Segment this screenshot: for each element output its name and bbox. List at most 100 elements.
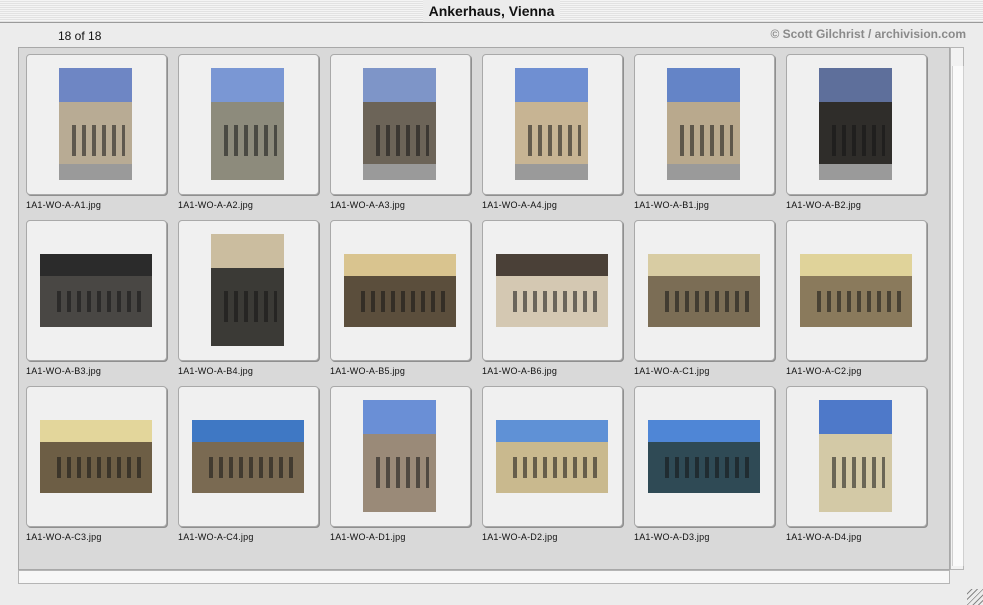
thumbnail-image[interactable] [40,254,152,327]
thumbnail-image[interactable] [496,420,608,493]
thumbnail-frame[interactable] [482,54,623,195]
thumbnail-filename: 1A1-WO-A-A3.jpg [330,200,406,210]
thumbnail-image[interactable] [648,254,760,327]
thumbnail-frame[interactable] [786,220,927,361]
image-windows [507,457,597,478]
thumbnail-item[interactable]: 1A1-WO-A-D1.jpg [330,386,475,542]
thumbnail-frame[interactable] [634,220,775,361]
thumbnail-frame[interactable] [178,54,319,195]
thumbnail-image[interactable] [496,254,608,327]
thumbnail-frame[interactable] [330,54,471,195]
thumbnail-item[interactable]: 1A1-WO-A-A4.jpg [482,54,627,210]
image-street [515,164,588,180]
image-windows [659,291,749,312]
thumbnail-frame[interactable] [786,386,927,527]
image-windows [826,457,885,489]
image-street [363,164,436,180]
thumbnail-item[interactable]: 1A1-WO-A-A1.jpg [26,54,171,210]
thumbnail-filename: 1A1-WO-A-D1.jpg [330,532,406,542]
thumbnail-filename: 1A1-WO-A-A2.jpg [178,200,254,210]
thumbnail-image[interactable] [211,68,284,180]
thumbnail-image[interactable] [515,68,588,180]
thumbnail-frame[interactable] [26,220,167,361]
horizontal-scrollbar[interactable] [18,570,950,584]
image-building [211,101,284,180]
image-building [40,275,152,327]
thumbnail-item[interactable]: 1A1-WO-A-D4.jpg [786,386,931,542]
image-street [59,164,132,180]
thumbnail-image[interactable] [192,420,304,493]
thumbnail-item[interactable]: 1A1-WO-A-A2.jpg [178,54,323,210]
thumbnail-item[interactable]: 1A1-WO-A-D2.jpg [482,386,627,542]
thumbnail-item[interactable]: 1A1-WO-A-C3.jpg [26,386,171,542]
image-building [40,441,152,493]
window-titlebar[interactable]: Ankerhaus, Vienna [0,0,983,23]
thumbnail-frame[interactable] [482,220,623,361]
thumbnail-frame[interactable] [786,54,927,195]
thumbnail-item[interactable]: 1A1-WO-A-C4.jpg [178,386,323,542]
thumbnail-item[interactable]: 1A1-WO-A-D3.jpg [634,386,779,542]
thumbnail-filename: 1A1-WO-A-C2.jpg [786,366,862,376]
thumbnail-item[interactable]: 1A1-WO-A-C2.jpg [786,220,931,376]
thumbnail-image[interactable] [819,68,892,180]
thumbnail-image[interactable] [667,68,740,180]
image-windows [203,457,293,478]
thumbnail-image[interactable] [40,420,152,493]
image-windows [51,457,141,478]
image-windows [355,291,445,312]
thumbnail-frame[interactable] [330,220,471,361]
thumbnail-image[interactable] [59,68,132,180]
thumbnail-filename: 1A1-WO-A-B6.jpg [482,366,558,376]
thumbnail-item[interactable]: 1A1-WO-A-B2.jpg [786,54,931,210]
thumbnail-image[interactable] [648,420,760,493]
thumbnail-filename: 1A1-WO-A-A1.jpg [26,200,102,210]
thumbnail-item[interactable]: 1A1-WO-A-C1.jpg [634,220,779,376]
thumbnail-filename: 1A1-WO-A-C1.jpg [634,366,710,376]
thumbnail-item[interactable]: 1A1-WO-A-B4.jpg [178,220,323,376]
image-windows [826,125,885,157]
thumbnail-frame[interactable] [178,220,319,361]
image-windows [522,125,581,157]
image-windows [370,457,429,489]
thumbnail-filename: 1A1-WO-A-A4.jpg [482,200,558,210]
image-street [819,164,892,180]
image-building [800,275,912,327]
thumbnail-frame[interactable] [26,386,167,527]
resize-grip-icon[interactable] [967,589,983,605]
thumbnail-grid: 1A1-WO-A-A1.jpg 1A1-WO-A-A2.jpg 1A1-WO-A-A… [18,47,950,570]
image-windows [51,291,141,312]
thumbnail-image[interactable] [211,234,284,346]
thumbnail-item[interactable]: 1A1-WO-A-A3.jpg [330,54,475,210]
thumbnail-filename: 1A1-WO-A-B2.jpg [786,200,862,210]
thumbnail-frame[interactable] [178,386,319,527]
thumbnail-filename: 1A1-WO-A-D3.jpg [634,532,710,542]
image-windows [674,125,733,157]
image-windows [370,125,429,157]
thumbnail-filename: 1A1-WO-A-C4.jpg [178,532,254,542]
thumbnail-image[interactable] [363,68,436,180]
vertical-scroll-thumb[interactable] [952,66,964,566]
thumbnail-image[interactable] [800,254,912,327]
thumbnail-frame[interactable] [634,386,775,527]
thumbnail-frame[interactable] [26,54,167,195]
vertical-scrollbar[interactable] [950,47,964,570]
thumbnail-filename: 1A1-WO-A-D4.jpg [786,532,862,542]
image-windows [659,457,749,478]
image-windows [507,291,597,312]
thumbnail-frame[interactable] [634,54,775,195]
thumbnail-image[interactable] [363,400,436,512]
thumbnail-item[interactable]: 1A1-WO-A-B6.jpg [482,220,627,376]
thumbnail-filename: 1A1-WO-A-B4.jpg [178,366,254,376]
thumbnail-image[interactable] [344,254,456,327]
thumbnail-frame[interactable] [330,386,471,527]
thumbnail-item[interactable]: 1A1-WO-A-B3.jpg [26,220,171,376]
thumbnail-image[interactable] [819,400,892,512]
image-building [496,275,608,327]
image-building [819,433,892,512]
thumbnail-item[interactable]: 1A1-WO-A-B5.jpg [330,220,475,376]
image-windows [218,291,277,323]
image-count: 18 of 18 [58,29,102,43]
thumbnail-filename: 1A1-WO-A-B5.jpg [330,366,406,376]
thumbnail-item[interactable]: 1A1-WO-A-B1.jpg [634,54,779,210]
thumbnail-frame[interactable] [482,386,623,527]
